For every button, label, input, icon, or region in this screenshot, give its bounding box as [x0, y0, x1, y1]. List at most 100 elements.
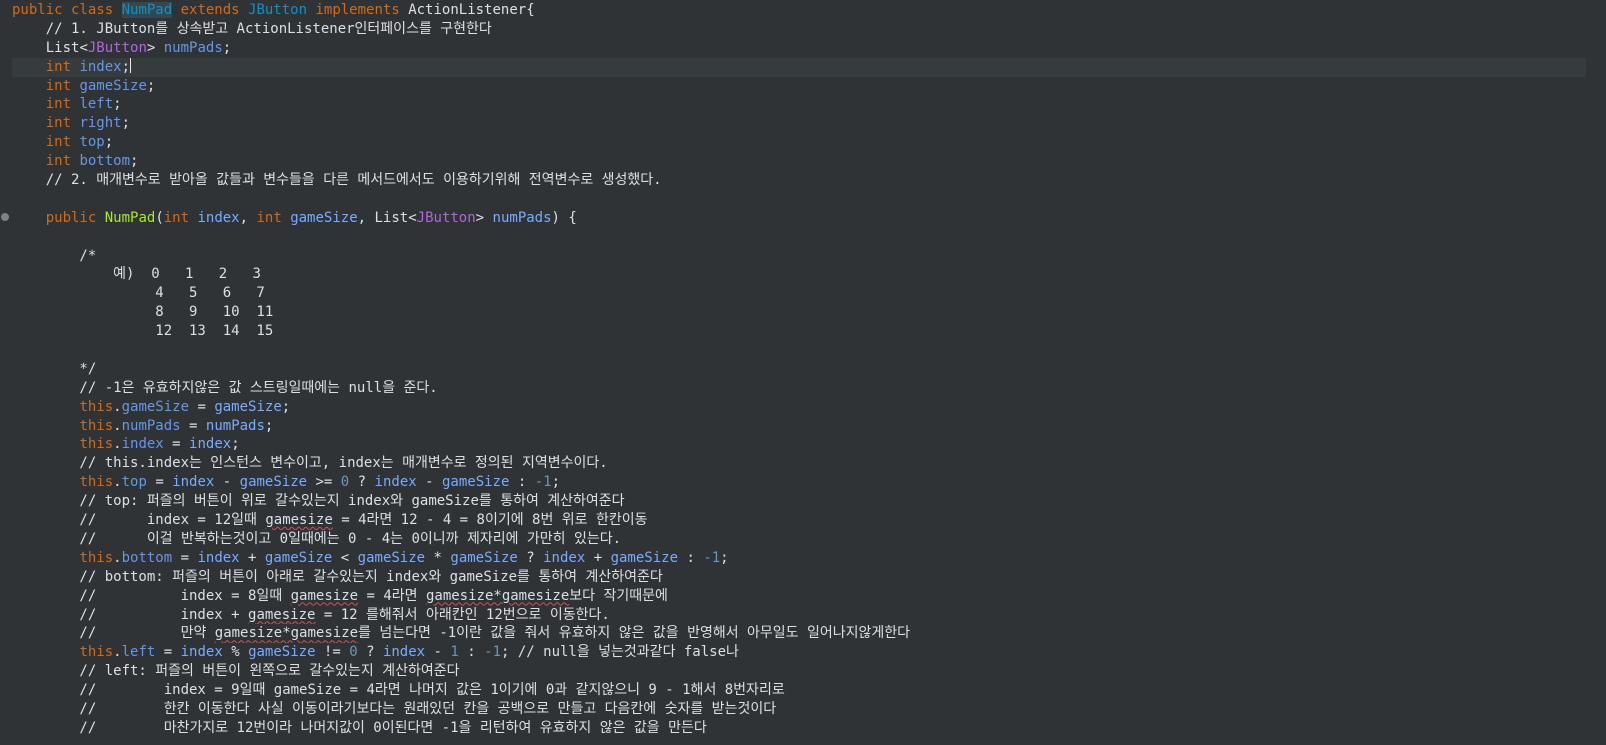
code-line: // this.index는 인스턴스 변수이고, index는 매개변수로 정…	[12, 455, 608, 472]
keyword: this	[79, 417, 114, 434]
code-line: this.gameSize = gameSize;	[12, 398, 1586, 417]
param-name: index	[189, 436, 232, 453]
fold-marker-icon[interactable]	[1, 213, 9, 221]
number: 1	[450, 644, 459, 661]
punct: =	[155, 644, 181, 661]
keyword: int	[45, 115, 72, 132]
punct: =	[163, 436, 190, 453]
code-line: */	[12, 360, 97, 377]
param-name: index	[382, 644, 426, 661]
param-name: gameSize	[214, 398, 282, 415]
code-line: // left: 퍼즐의 버튼이 왼쪽으로 갈수있는지 계산하여준다	[12, 663, 460, 680]
punct: -	[416, 474, 442, 491]
code-line: // index = 8일때 gamesize = 4라면 gamesize*g…	[12, 587, 1586, 606]
code-line: // 마찬가지로 12번이라 나머지값이 0이된다면 -1을 리턴하여 유효하지…	[12, 719, 707, 736]
punct: +	[585, 549, 611, 566]
param-name: gameSize	[239, 474, 308, 491]
param-name: index	[543, 549, 586, 566]
punct: ;	[104, 134, 114, 151]
text-caret	[130, 57, 132, 73]
param-name: gameSize	[264, 549, 333, 566]
field-name: left	[79, 96, 114, 113]
punct: .	[113, 398, 122, 415]
punct: =	[180, 417, 206, 434]
punct: ,	[239, 209, 257, 226]
spellcheck-word: gamesize	[248, 606, 316, 623]
comment-text: = 4라면	[358, 587, 426, 604]
punct: >	[146, 39, 164, 56]
comment-text: = 4라면 12 - 4 = 8이기에 8번 위로 한칸이동	[332, 512, 648, 529]
code-line: List<JButton> numPads;	[12, 39, 1586, 58]
code-line: int left;	[12, 95, 1586, 114]
punct: ?	[349, 474, 375, 491]
code-line: // index + gamesize = 12 를해줘서 아래칸인 12번으로…	[12, 606, 1586, 625]
number: -1	[484, 644, 501, 661]
editor-gutter	[0, 0, 12, 745]
keyword: this	[79, 549, 114, 566]
param-name: gameSize	[450, 549, 518, 566]
keyword: int	[45, 58, 72, 75]
spellcheck-word: gamesize*gamesize	[214, 625, 359, 642]
interface-name: ActionListener	[408, 2, 527, 18]
code-line: public class NumPad extends JButton impl…	[12, 1, 1586, 20]
keyword: this	[79, 436, 114, 453]
punct: +	[239, 549, 265, 566]
param-name: index	[197, 549, 240, 566]
number: -1	[534, 474, 552, 491]
type-name: List	[45, 39, 80, 56]
class-name: NumPad	[121, 2, 173, 18]
parent-class: JButton	[248, 2, 308, 18]
code-line: /*	[12, 247, 97, 264]
param-name: gameSize	[441, 474, 510, 491]
punct: ;	[720, 549, 729, 566]
keyword: public	[45, 209, 105, 226]
punct: (	[155, 209, 164, 226]
code-line: 12 13 14 15	[12, 323, 274, 340]
keyword: int	[45, 134, 72, 151]
punct: !=	[315, 644, 350, 661]
punct: .	[113, 549, 122, 566]
field-name: bottom	[121, 549, 173, 566]
field-name: numPads	[121, 417, 181, 434]
punct: ;	[264, 417, 274, 434]
comment-text: // index = 8일때	[12, 587, 291, 604]
code-line: // top: 퍼즐의 버튼이 위로 갈수있는지 index와 gameSize…	[12, 493, 625, 510]
punct: .	[113, 417, 122, 434]
param-name: index	[197, 209, 240, 226]
keyword: int	[256, 209, 291, 226]
punct: ?	[517, 549, 544, 566]
punct: .	[113, 644, 122, 661]
keyword: int	[45, 153, 72, 170]
code-line: // 1. JButton를 상속받고 ActionListener인터페이스를…	[12, 20, 492, 37]
vertical-scrollbar[interactable]	[1592, 0, 1606, 745]
code-editor[interactable]: public class NumPad extends JButton impl…	[0, 0, 1606, 745]
punct: <	[408, 209, 417, 226]
code-line: // -1은 유효하지않은 값 스트링일때에는 null을 준다.	[12, 379, 438, 396]
field-name: numPads	[163, 39, 223, 56]
punct: ;	[281, 398, 291, 415]
comment-text: // 만약	[12, 625, 215, 642]
field-name: bottom	[79, 153, 131, 170]
punct: ;	[130, 153, 139, 170]
punct: =	[189, 398, 215, 415]
param-name: gameSize	[357, 549, 426, 566]
punct: :	[458, 644, 485, 661]
comment-text: = 12 를해줘서 아래칸인 12번으로 이동한다.	[315, 606, 610, 623]
punct: ;	[551, 474, 561, 491]
punct: ;	[146, 77, 156, 94]
code-line: 예) 0 1 2 3	[12, 266, 261, 283]
keyword: this	[79, 398, 114, 415]
code-line: // 한칸 이동한다 사실 이동이라기보다는 원래있던 칸을 공백으로 만들고 …	[12, 700, 777, 717]
punct: ;	[113, 96, 122, 113]
code-line: int gameSize;	[12, 77, 1586, 96]
param-name: numPads	[205, 417, 265, 434]
code-lines[interactable]: public class NumPad extends JButton impl…	[12, 1, 1586, 738]
code-line: public NumPad(int index, int gameSize, L…	[12, 209, 1586, 228]
punct: :	[678, 549, 704, 566]
punct: ;	[121, 115, 131, 132]
punct: , List	[357, 209, 409, 226]
comment-text: // index +	[12, 606, 249, 623]
punct: ;	[222, 39, 232, 56]
punct: ) {	[551, 209, 577, 226]
